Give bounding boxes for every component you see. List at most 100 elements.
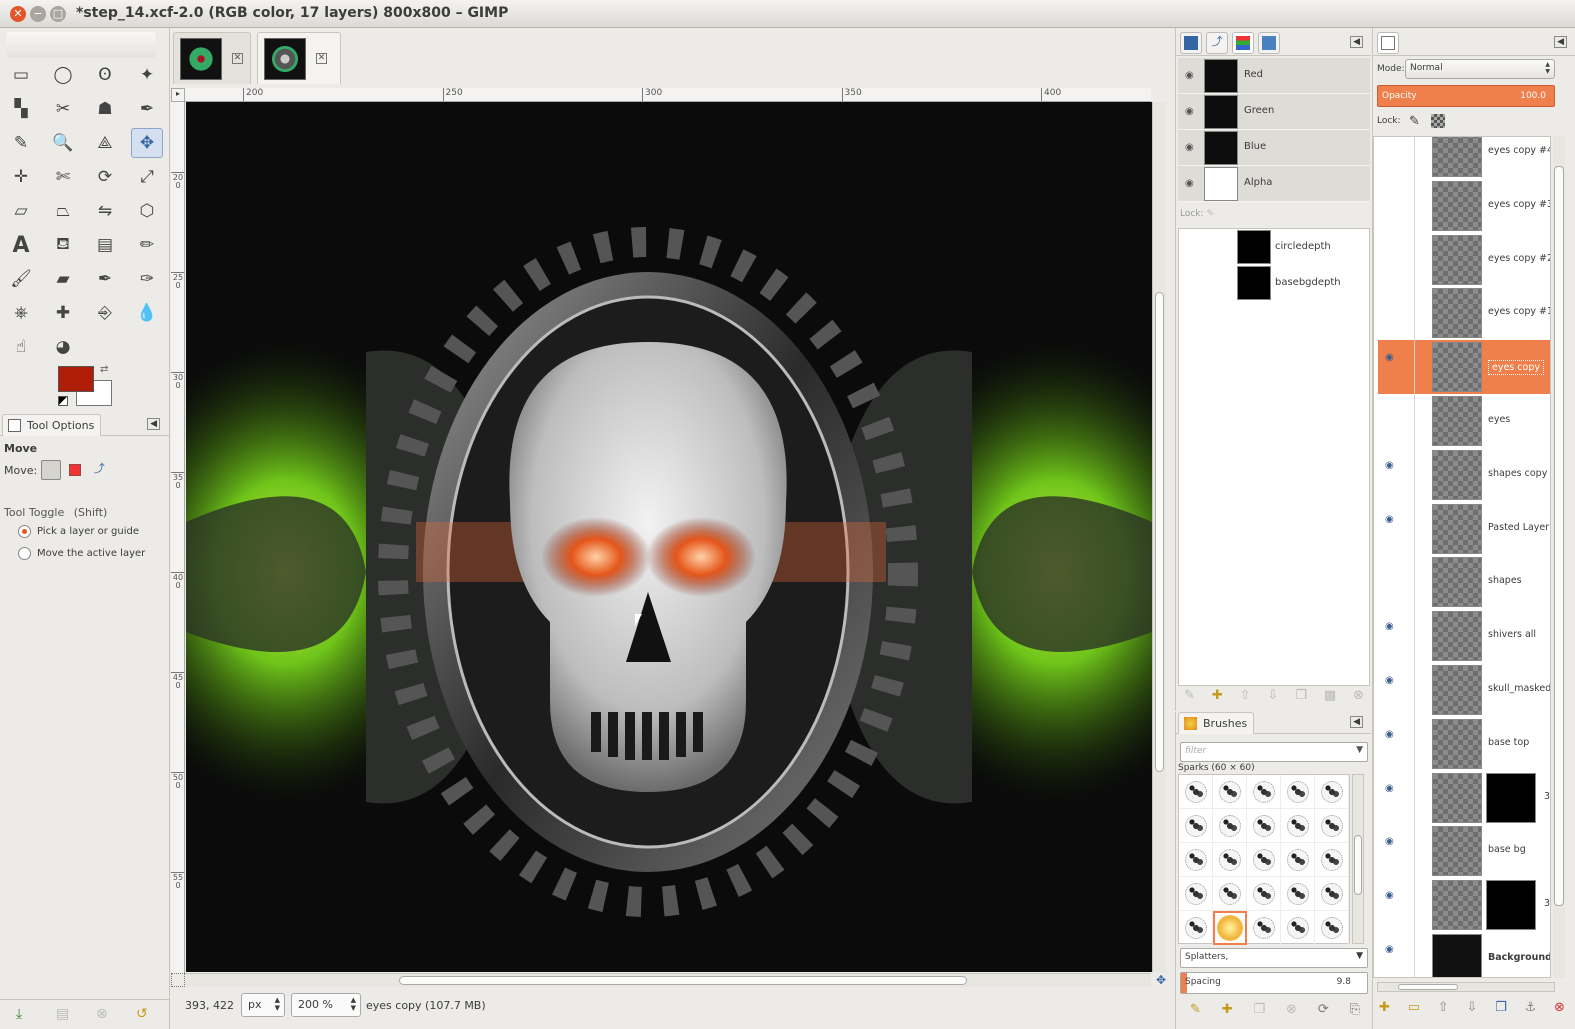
move-layer-icon[interactable] bbox=[41, 460, 62, 480]
tab-channels[interactable] bbox=[1232, 32, 1254, 54]
chain-column[interactable] bbox=[1414, 663, 1415, 717]
smudge-tool[interactable]: ☝ bbox=[5, 332, 37, 362]
path-row[interactable]: circledepth bbox=[1179, 229, 1369, 265]
opacity-slider[interactable]: Opacity 100.0 bbox=[1377, 85, 1555, 107]
layers-vscrollbar[interactable] bbox=[1553, 136, 1565, 978]
duplicate-layer-icon[interactable]: ❐ bbox=[1495, 1000, 1507, 1015]
layer-row[interactable]: ◉ skull_masked.x bbox=[1378, 663, 1550, 717]
channel-to-selection-icon[interactable]: ▩ bbox=[1324, 688, 1336, 708]
chain-column[interactable] bbox=[1414, 555, 1415, 610]
delete-channel-icon[interactable]: ⊗ bbox=[1353, 688, 1364, 708]
airbrush-tool[interactable]: ✒ bbox=[89, 264, 121, 294]
heal-tool[interactable]: ✚ bbox=[47, 298, 79, 328]
chain-column[interactable] bbox=[1414, 394, 1415, 448]
layer-row[interactable]: ◉ shapes copy bbox=[1378, 447, 1550, 502]
eye-icon[interactable]: ◉ bbox=[1185, 142, 1199, 154]
horizontal-scrollbar[interactable] bbox=[185, 973, 1151, 987]
layer-row[interactable]: ◉ base top bbox=[1378, 716, 1550, 771]
layer-label[interactable]: eyes copy #4 bbox=[1488, 145, 1550, 156]
panel-menu-icon[interactable]: ◀ bbox=[147, 418, 160, 430]
brush-cell[interactable] bbox=[1247, 911, 1281, 945]
duplicate-channel-icon[interactable]: ❐ bbox=[1295, 688, 1307, 708]
image-tab-1[interactable]: ✕ bbox=[173, 32, 251, 84]
tab-paths[interactable]: ⤴ bbox=[1206, 32, 1228, 54]
tab-layers[interactable] bbox=[1377, 32, 1399, 54]
layer-row[interactable]: ◉ shivers all bbox=[1378, 609, 1550, 664]
layer-row[interactable]: eyes copy #1 bbox=[1378, 286, 1550, 341]
crop-tool[interactable]: ✄ bbox=[47, 162, 79, 192]
free-select-tool[interactable]: ʘ bbox=[89, 60, 121, 90]
measure-tool[interactable]: ⟁ bbox=[89, 128, 121, 158]
brush-cell[interactable] bbox=[1213, 809, 1247, 843]
layer-label[interactable]: eyes copy #2 bbox=[1488, 253, 1550, 264]
open-as-image-icon[interactable]: ⎘ bbox=[1350, 1002, 1360, 1017]
close-tab-icon[interactable]: ✕ bbox=[316, 53, 327, 64]
blend-tool[interactable]: ▤ bbox=[89, 230, 121, 260]
layer-mode-select[interactable]: Normal ▲ ▼ bbox=[1405, 59, 1555, 79]
panel-menu-icon[interactable]: ◀ bbox=[1350, 716, 1363, 728]
quick-mask-toggle[interactable] bbox=[171, 973, 185, 987]
layer-label[interactable]: skull_masked.x bbox=[1488, 683, 1550, 694]
layer-label[interactable]: base bg bbox=[1488, 844, 1526, 855]
eye-icon[interactable]: ◉ bbox=[1185, 178, 1199, 190]
flip-tool[interactable]: ⇋ bbox=[89, 196, 121, 226]
navigate-icon[interactable]: ✥ bbox=[1154, 973, 1168, 987]
close-tab-icon[interactable]: ✕ bbox=[232, 53, 243, 64]
raise-layer-icon[interactable]: ⇧ bbox=[1438, 1000, 1449, 1015]
eye-icon[interactable]: ◉ bbox=[1385, 514, 1399, 526]
layers-hscrollbar[interactable] bbox=[1377, 982, 1555, 992]
text-tool[interactable]: A bbox=[5, 230, 37, 260]
brush-cell[interactable] bbox=[1179, 775, 1213, 809]
channel-row[interactable]: ◉ Alpha bbox=[1178, 166, 1370, 202]
minimize-window-button[interactable]: − bbox=[30, 6, 46, 22]
paths-tool[interactable]: ✒ bbox=[131, 94, 163, 124]
select-by-color-tool[interactable]: ▚ bbox=[5, 94, 37, 124]
chain-column[interactable] bbox=[1414, 340, 1415, 395]
option-move-active[interactable]: Move the active layer bbox=[18, 546, 145, 560]
brush-cell[interactable] bbox=[1213, 775, 1247, 809]
edit-channel-icon[interactable]: ✎ bbox=[1184, 688, 1195, 708]
layer-row[interactable]: eyes copy #4 bbox=[1378, 137, 1550, 179]
brush-cell[interactable] bbox=[1247, 877, 1281, 911]
shear-tool[interactable]: ▱ bbox=[5, 196, 37, 226]
eye-toggle-empty[interactable] bbox=[1385, 245, 1399, 257]
layer-label[interactable]: 3 bbox=[1544, 791, 1550, 802]
edit-brush-icon[interactable]: ✎ bbox=[1190, 1002, 1201, 1017]
eye-icon[interactable]: ◉ bbox=[1385, 783, 1399, 795]
vertical-scrollbar[interactable] bbox=[1152, 102, 1166, 972]
brush-cell[interactable] bbox=[1281, 877, 1315, 911]
eye-toggle-empty[interactable] bbox=[1385, 567, 1399, 579]
raise-channel-icon[interactable]: ⇧ bbox=[1240, 688, 1251, 708]
chain-column[interactable] bbox=[1414, 932, 1415, 977]
layer-row[interactable]: ◉ Pasted Layer bbox=[1378, 501, 1550, 556]
layer-row[interactable]: eyes copy #3 bbox=[1378, 178, 1550, 233]
new-layer-group-icon[interactable]: ▭ bbox=[1408, 1000, 1420, 1015]
brush-cell[interactable] bbox=[1213, 911, 1247, 945]
eye-icon[interactable]: ◉ bbox=[1385, 621, 1399, 633]
eye-icon[interactable]: ◉ bbox=[1385, 836, 1399, 848]
lock-pixels-icon[interactable]: ✎ bbox=[1409, 114, 1420, 129]
brush-cell[interactable] bbox=[1315, 775, 1349, 809]
close-window-button[interactable]: ✕ bbox=[10, 6, 26, 22]
option-pick-layer[interactable]: Pick a layer or guide bbox=[18, 524, 139, 538]
chain-column[interactable] bbox=[1414, 501, 1415, 556]
brush-cell[interactable] bbox=[1247, 775, 1281, 809]
reset-options-icon[interactable]: ↺ bbox=[136, 1006, 148, 1022]
eye-icon[interactable]: ◉ bbox=[1385, 675, 1399, 687]
duplicate-brush-icon[interactable]: ❐ bbox=[1254, 1002, 1266, 1017]
chain-column[interactable] bbox=[1414, 716, 1415, 771]
anchor-layer-icon[interactable]: ⚓ bbox=[1525, 1000, 1537, 1015]
brush-cell[interactable] bbox=[1315, 877, 1349, 911]
brush-cell[interactable] bbox=[1179, 911, 1213, 945]
lower-channel-icon[interactable]: ⇩ bbox=[1267, 688, 1278, 708]
brush-cell[interactable] bbox=[1281, 843, 1315, 877]
brush-grid-scrollbar[interactable] bbox=[1352, 774, 1364, 944]
path-row[interactable]: basebgdepth bbox=[1179, 265, 1369, 301]
brush-cell[interactable] bbox=[1179, 809, 1213, 843]
foreground-select-tool[interactable]: ☗ bbox=[89, 94, 121, 124]
layer-row[interactable]: ◉ eyes copy bbox=[1378, 340, 1550, 395]
tab-undo[interactable] bbox=[1258, 32, 1280, 54]
tab-brushes[interactable]: Brushes bbox=[1178, 712, 1255, 734]
default-colors-icon[interactable] bbox=[58, 396, 68, 406]
eye-icon[interactable]: ◉ bbox=[1385, 944, 1399, 956]
